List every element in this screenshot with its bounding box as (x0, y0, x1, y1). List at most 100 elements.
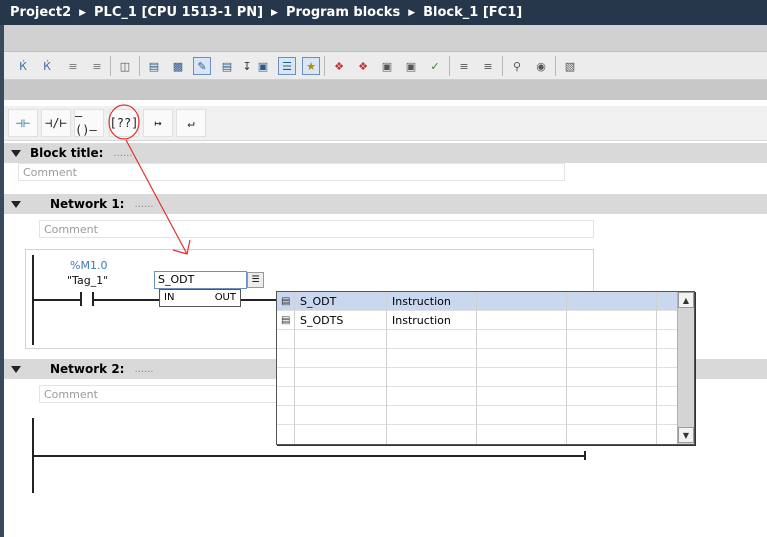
list-item-cell (567, 330, 657, 349)
list-item-cell (477, 349, 567, 368)
add-row-icon[interactable]: ≡ (88, 57, 106, 75)
toolbar-separator (449, 56, 450, 76)
network2-wire (34, 455, 586, 457)
contact-address[interactable]: %M1.0 (70, 259, 107, 272)
breadcrumb-block[interactable]: Block_1 [FC1] (423, 5, 522, 20)
open-all-networks-icon[interactable]: ☰ (278, 57, 296, 75)
snapshot-icon[interactable]: ▧ (561, 57, 579, 75)
list-item-name: S_ODTS (295, 311, 387, 330)
collapse-triangle-icon[interactable] (11, 149, 21, 157)
compare-icon[interactable]: ◫ (116, 57, 134, 75)
toolbar-splitter-band[interactable] (4, 80, 767, 100)
block-title-header[interactable]: Block title: ...... (4, 143, 767, 163)
block-comment-field[interactable]: Comment (18, 163, 565, 181)
instruction-autocomplete-list[interactable]: ▤ S_ODT Instruction ▤ S_ODTS Instruction (276, 291, 695, 445)
collapse-triangle-icon[interactable] (11, 200, 21, 208)
toolbar-separator (139, 56, 140, 76)
dropdown-scrollbar[interactable]: ▲ ▼ (677, 292, 694, 444)
list-item-cell (387, 387, 477, 406)
list-item-cell (387, 330, 477, 349)
toolbar-separator (110, 56, 111, 76)
absolute-operands-icon[interactable]: ▩ (169, 57, 187, 75)
breadcrumb-project[interactable]: Project2 (10, 5, 71, 20)
list-item-cell (295, 368, 387, 387)
network1-comment-field[interactable]: Comment (39, 220, 594, 238)
list-item-cell (567, 387, 657, 406)
breadcrumb-plc[interactable]: PLC_1 [CPU 1513-1 PN] (94, 5, 263, 20)
list-item-cell (277, 368, 295, 387)
list-item[interactable]: ▤ S_ODTS Instruction (277, 311, 677, 330)
list-item-cell (277, 387, 295, 406)
collapse-triangle-icon[interactable] (11, 365, 21, 373)
empty-box-icon[interactable]: [??] (109, 109, 139, 137)
breadcrumb-separator-icon: ▶ (271, 7, 278, 18)
list-item-cell (567, 349, 657, 368)
instruction-icon: ▤ (277, 311, 295, 330)
previous-error-icon[interactable]: ▣ (378, 57, 396, 75)
toolbar-separator (502, 56, 503, 76)
network1-header[interactable]: Network 1: ...... (4, 194, 767, 214)
list-item-type: Instruction (387, 292, 477, 311)
delete-network-icon[interactable]: Ќ (38, 57, 56, 75)
contact-left-bar (80, 292, 82, 306)
list-item-cell (477, 368, 567, 387)
list-item-cell (477, 387, 567, 406)
list-item-empty (277, 368, 677, 387)
outdent-icon[interactable]: ≡ (479, 57, 497, 75)
list-item-empty (277, 349, 677, 368)
contact-tag[interactable]: "Tag_1" (67, 274, 108, 287)
network1-wire (34, 299, 80, 301)
list-item[interactable]: ▤ S_ODT Instruction (277, 292, 677, 311)
coil-icon[interactable]: –()– (74, 109, 104, 137)
instruction-icon: ▤ (277, 292, 295, 311)
toolbar-separator (555, 56, 556, 76)
insert-network-icon[interactable]: Ќ (14, 57, 32, 75)
list-item-cell (277, 425, 295, 444)
network2-dots: ...... (134, 363, 154, 375)
list-item-cell (477, 406, 567, 425)
list-item-empty (277, 425, 677, 444)
instruction-list-button-icon[interactable]: ☰ (247, 272, 264, 288)
list-item-cell (277, 349, 295, 368)
breadcrumb-program-blocks[interactable]: Program blocks (286, 5, 400, 20)
list-item-cell (295, 330, 387, 349)
close-branch-icon[interactable]: ↵ (176, 109, 206, 137)
scroll-up-icon[interactable]: ▲ (678, 292, 694, 308)
list-item-type: Instruction (387, 311, 477, 330)
out-pin-label: OUT (214, 292, 236, 303)
block-interface-icon[interactable]: ▤ (145, 57, 163, 75)
nc-contact-icon[interactable]: ⊣/⊢ (41, 109, 71, 137)
close-all-networks-icon[interactable]: ★ (302, 57, 320, 75)
open-branch-icon[interactable]: ↦ (143, 109, 173, 137)
scroll-down-icon[interactable]: ▼ (678, 427, 694, 443)
monitor-icon[interactable]: ▣ (402, 57, 420, 75)
instruction-box[interactable]: IN OUT (159, 289, 241, 307)
list-item-cell (387, 368, 477, 387)
list-item-name: S_ODT (295, 292, 387, 311)
network2-label: Network 2: (50, 362, 125, 376)
network-comments-icon[interactable]: ▣ (254, 57, 272, 75)
list-item-cell (567, 406, 657, 425)
no-contact-icon[interactable]: ⊣⊢ (8, 109, 38, 137)
list-item-cell (477, 311, 567, 330)
favorites-icon[interactable]: ▤ (218, 57, 236, 75)
list-item-cell (387, 425, 477, 444)
go-to-error-icon[interactable]: ❖ (330, 57, 348, 75)
insert-row-icon[interactable]: ≡ (64, 57, 82, 75)
list-item-empty (277, 406, 677, 425)
network2-wire-end (584, 451, 586, 460)
instruction-name-input[interactable]: S_ODT (154, 271, 247, 289)
list-item-cell (477, 425, 567, 444)
comment-icon[interactable]: ✎ (193, 57, 211, 75)
next-error-icon[interactable]: ❖ (354, 57, 372, 75)
list-item-cell (295, 425, 387, 444)
view-icon[interactable]: ◉ (532, 57, 550, 75)
block-title-label: Block title: (30, 146, 104, 160)
indent-icon[interactable]: ≡ (455, 57, 473, 75)
find-icon[interactable]: ⚲ (508, 57, 526, 75)
breadcrumb-separator-icon: ▶ (79, 7, 87, 18)
list-item-cell (567, 368, 657, 387)
list-item-cell (387, 349, 477, 368)
toggle-monitoring-icon[interactable]: ✓ (426, 57, 444, 75)
interface-splitter-band[interactable] (4, 25, 767, 52)
